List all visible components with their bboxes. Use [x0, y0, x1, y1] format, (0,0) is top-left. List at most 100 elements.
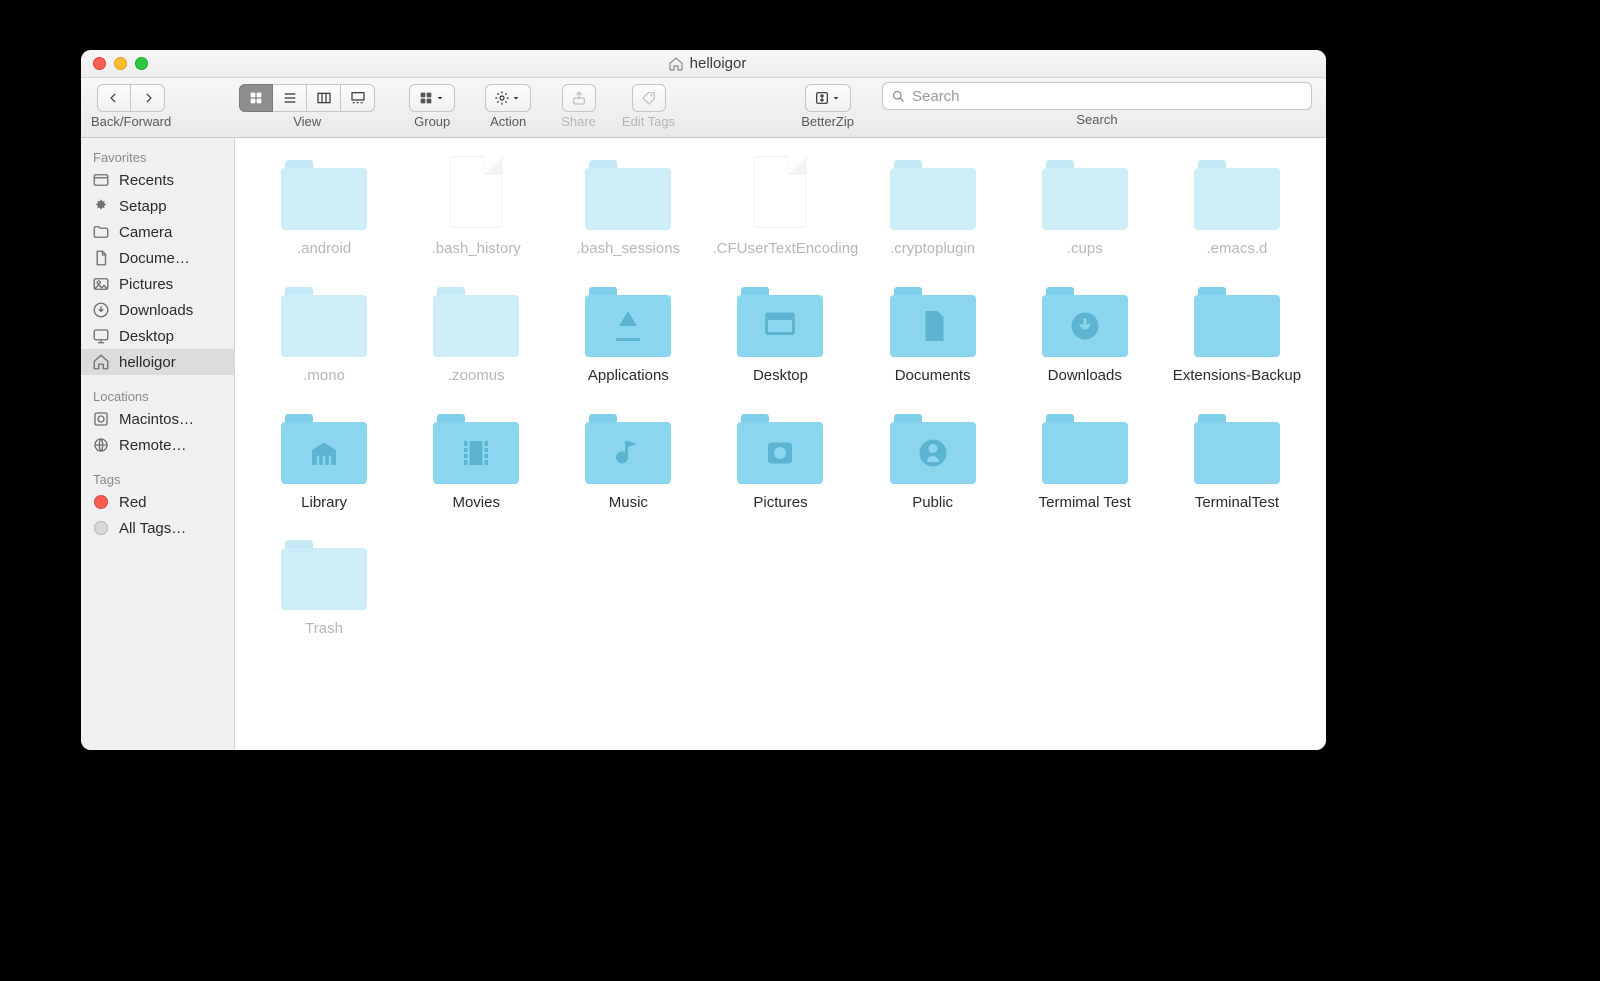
sidebar-item-favorite[interactable]: Pictures	[81, 271, 234, 297]
group-label: Group	[414, 114, 450, 129]
file-item[interactable]: .CFUserTextEncoding	[709, 156, 851, 259]
file-item-label: Trash	[305, 620, 343, 639]
sidebar-item-label: Docume…	[119, 250, 190, 267]
list-icon	[282, 90, 298, 106]
sidebar-item-favorite[interactable]: Camera	[81, 219, 234, 245]
home-icon	[668, 56, 684, 72]
file-item-label: .cryptoplugin	[890, 240, 975, 259]
view-label: View	[293, 114, 321, 129]
home-icon	[91, 353, 111, 371]
folder-icon	[1194, 410, 1280, 484]
view-gallery-button[interactable]	[341, 84, 375, 112]
file-item[interactable]: Desktop	[709, 283, 851, 386]
file-item[interactable]: Movies	[405, 410, 547, 513]
file-item[interactable]: .cryptoplugin	[862, 156, 1004, 259]
disk-icon	[91, 410, 111, 428]
file-item-label: Downloads	[1048, 367, 1122, 386]
file-item[interactable]: .android	[253, 156, 395, 259]
folder-icon	[433, 283, 519, 357]
tags-header: Tags	[81, 466, 234, 489]
file-item-label: Desktop	[753, 367, 808, 386]
view-list-button[interactable]	[273, 84, 307, 112]
folder-icon	[737, 283, 823, 357]
content-area[interactable]: .android.bash_history .bash_sessions .CFUs…	[235, 138, 1326, 750]
sidebar-item-tag[interactable]: All Tags…	[81, 515, 234, 541]
folder-icon	[281, 410, 367, 484]
file-item[interactable]: .bash_history	[405, 156, 547, 259]
folder-icon	[585, 283, 671, 357]
forward-button[interactable]	[131, 84, 165, 112]
file-item[interactable]: Public	[862, 410, 1004, 513]
folder-icon	[585, 410, 671, 484]
folder-icon	[737, 410, 823, 484]
view-icons-button[interactable]	[239, 84, 273, 112]
sidebar-item-favorite[interactable]: Recents	[81, 167, 234, 193]
favorites-header: Favorites	[81, 144, 234, 167]
sidebar-item-location[interactable]: Macintos…	[81, 406, 234, 432]
folder-icon	[1042, 156, 1128, 230]
folder-icon	[1194, 156, 1280, 230]
file-item[interactable]: Music	[557, 410, 699, 513]
share-button[interactable]	[562, 84, 596, 112]
file-item-label: Documents	[895, 367, 971, 386]
grid-icon	[418, 90, 434, 106]
action-button[interactable]	[485, 84, 531, 112]
file-item-label: Music	[609, 494, 648, 513]
file-item[interactable]: Library	[253, 410, 395, 513]
file-item[interactable]: Trash	[253, 536, 395, 639]
chevron-down-icon	[510, 92, 522, 104]
close-button[interactable]	[93, 57, 106, 70]
file-item-label: .bash_sessions	[577, 240, 680, 259]
sidebar-item-label: Camera	[119, 224, 172, 241]
file-item[interactable]: .zoomus	[405, 283, 547, 386]
file-item-label: Termimal Test	[1039, 494, 1131, 513]
file-item[interactable]: Documents	[862, 283, 1004, 386]
group-button[interactable]	[409, 84, 455, 112]
sidebar-item-favorite[interactable]: Docume…	[81, 245, 234, 271]
documents-icon	[91, 249, 111, 267]
zoom-button[interactable]	[135, 57, 148, 70]
sidebar-item-label: Red	[119, 494, 147, 511]
sidebar-item-label: Pictures	[119, 276, 173, 293]
sidebar-item-label: helloigor	[119, 354, 176, 371]
sidebar-item-favorite[interactable]: Downloads	[81, 297, 234, 323]
file-item[interactable]: Downloads	[1014, 283, 1156, 386]
file-item[interactable]: Applications	[557, 283, 699, 386]
window-title: helloigor	[148, 55, 1266, 72]
folder-icon	[585, 156, 671, 230]
view-columns-button[interactable]	[307, 84, 341, 112]
folder-icon	[1042, 410, 1128, 484]
back-forward-label: Back/Forward	[91, 114, 171, 129]
file-item-label: Library	[301, 494, 347, 513]
betterzip-label: BetterZip	[801, 114, 854, 129]
file-item[interactable]: TerminalTest	[1166, 410, 1308, 513]
edit-tags-button[interactable]	[632, 84, 666, 112]
toolbar: Back/Forward View Group Action	[81, 78, 1326, 138]
sidebar-item-location[interactable]: Remote…	[81, 432, 234, 458]
minimize-button[interactable]	[114, 57, 127, 70]
file-item[interactable]: .emacs.d	[1166, 156, 1308, 259]
folder-icon	[91, 223, 111, 241]
folder-icon	[281, 536, 367, 610]
sidebar-item-favorite[interactable]: Setapp	[81, 193, 234, 219]
sidebar-item-favorite[interactable]: Desktop	[81, 323, 234, 349]
sidebar-item-label: Setapp	[119, 198, 167, 215]
search-input[interactable]: Search	[882, 82, 1312, 110]
betterzip-button[interactable]	[805, 84, 851, 112]
file-item-label: Applications	[588, 367, 669, 386]
file-item[interactable]: Pictures	[709, 410, 851, 513]
tag-icon	[641, 90, 657, 106]
titlebar[interactable]: helloigor	[81, 50, 1326, 78]
file-item[interactable]: Extensions-Backup	[1166, 283, 1308, 386]
file-item[interactable]: .bash_sessions	[557, 156, 699, 259]
file-item[interactable]: .mono	[253, 283, 395, 386]
file-item[interactable]: Termimal Test	[1014, 410, 1156, 513]
sidebar-item-tag[interactable]: Red	[81, 489, 234, 515]
document-icon	[433, 156, 519, 230]
edit-tags-label: Edit Tags	[622, 114, 675, 129]
back-button[interactable]	[97, 84, 131, 112]
tag-dot-icon	[91, 519, 111, 537]
sidebar-item-favorite[interactable]: helloigor	[81, 349, 234, 375]
file-item[interactable]: .cups	[1014, 156, 1156, 259]
file-item-label: Extensions-Backup	[1173, 367, 1301, 386]
